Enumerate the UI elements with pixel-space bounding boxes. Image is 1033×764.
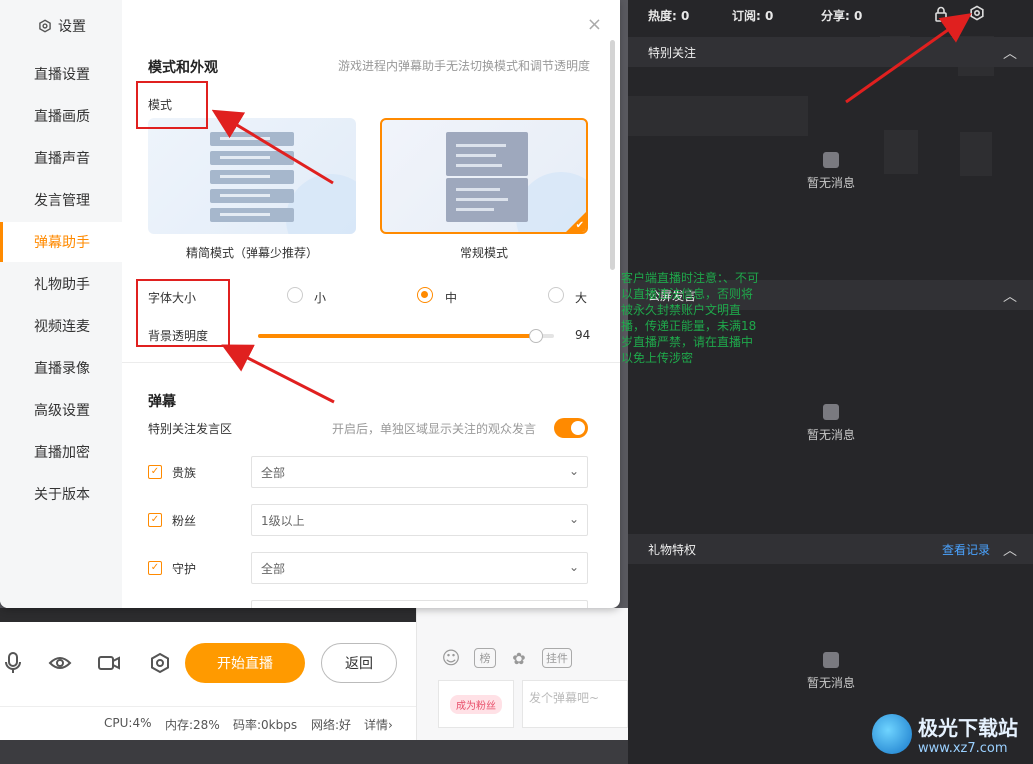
site-watermark: 极光下载站 www.xz7.com: [872, 712, 1018, 756]
site-url: www.xz7.com: [918, 741, 1008, 756]
arrow-to-settings-gear: [845, 13, 972, 104]
arrow-to-font-opacity: [221, 344, 335, 404]
site-name: 极光下载站: [918, 716, 1018, 740]
site-logo-icon: [872, 714, 912, 754]
arrow-to-mode: [211, 109, 334, 185]
annotation-arrows: [211, 13, 972, 404]
